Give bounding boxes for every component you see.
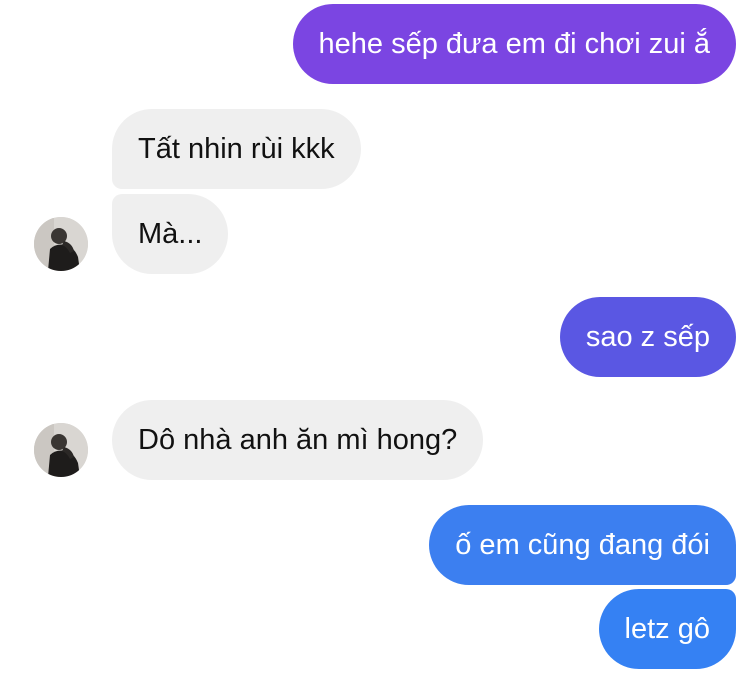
- message-bubble-outgoing[interactable]: sao z sếp: [559, 297, 736, 377]
- contact-avatar-icon[interactable]: [34, 217, 88, 271]
- message-bubble-incoming[interactable]: Tất nhin rùi kkk: [112, 109, 361, 189]
- message-bubble-outgoing[interactable]: hehe sếp đưa em đi chơi zui ắ: [292, 4, 736, 84]
- message-bubble-incoming[interactable]: Mà...: [112, 194, 229, 274]
- message-bubble-outgoing[interactable]: ố em cũng đang đói: [429, 505, 736, 585]
- message-bubble-incoming[interactable]: Dô nhà anh ăn mì hong?: [112, 400, 484, 480]
- contact-avatar-icon[interactable]: [34, 423, 88, 477]
- message-bubble-outgoing[interactable]: letz gô: [598, 589, 736, 669]
